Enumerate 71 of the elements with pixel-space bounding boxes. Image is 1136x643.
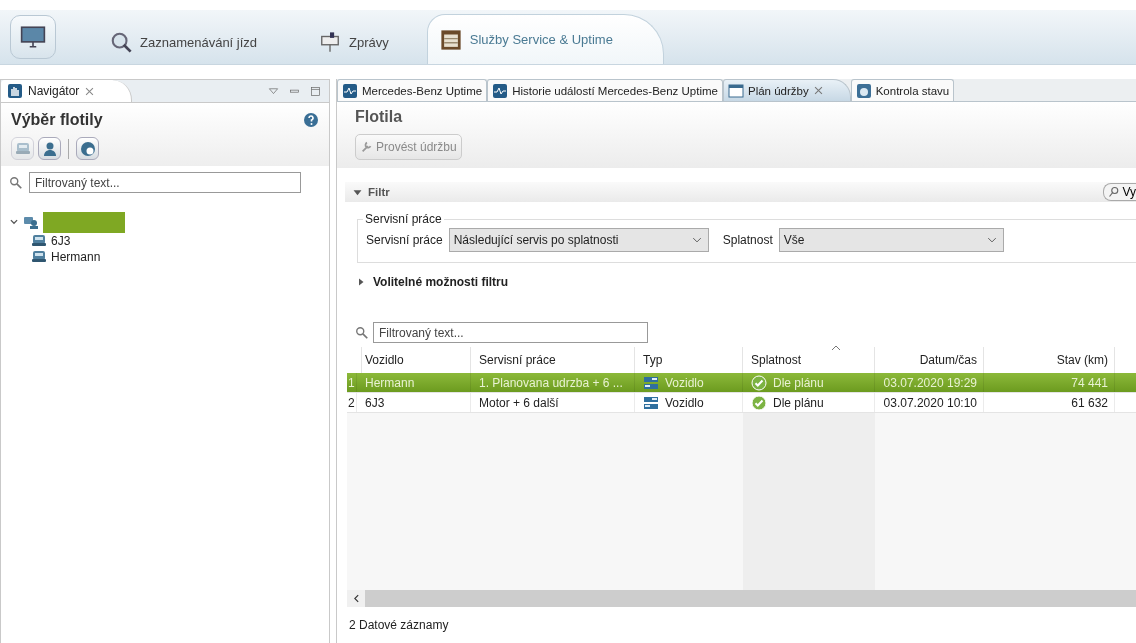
triangle-icon bbox=[353, 187, 362, 197]
app-tab[interactable]: Zaznamenávání jízd bbox=[86, 20, 282, 64]
group-icon bbox=[79, 140, 96, 157]
field-label: Splatnost bbox=[722, 233, 773, 247]
table-cell: Motor + 6 další bbox=[471, 393, 635, 412]
group-legend: Servisní práce bbox=[363, 212, 444, 226]
panel-title: Výběr flotily bbox=[11, 111, 103, 129]
chevron-icon bbox=[986, 235, 997, 245]
sort-icon bbox=[831, 345, 841, 351]
search-icon bbox=[355, 325, 369, 340]
vehicle-type-icon bbox=[643, 374, 659, 391]
check-icon bbox=[751, 394, 767, 411]
search-icon bbox=[9, 175, 23, 190]
view-menu-icon bbox=[268, 85, 279, 97]
help-icon bbox=[303, 112, 319, 128]
app-tab[interactable]: Zprávy bbox=[295, 20, 413, 64]
editor-tab[interactable]: Historie událostí Mercedes-Benz Uptime bbox=[487, 79, 723, 101]
dropdown[interactable]: Následující servis po splatnosti bbox=[448, 228, 709, 252]
person-icon bbox=[41, 140, 58, 157]
monitor-icon bbox=[20, 24, 46, 50]
tree-item[interactable]: Hermann bbox=[51, 250, 101, 264]
app-tab[interactable]: Služby Service & Uptime bbox=[426, 14, 664, 64]
editor-tab[interactable]: Mercedes-Benz Uptime bbox=[337, 79, 488, 101]
field-label: Servisní práce bbox=[366, 233, 443, 247]
toolbar-button[interactable] bbox=[76, 137, 99, 160]
table-cell: Dle plánu bbox=[743, 373, 875, 392]
optional-filters-toggle[interactable]: Volitelné možnosti filtru bbox=[357, 275, 1136, 289]
table-row[interactable]: 2 6J3 Motor + 6 další Vozidlo Dle plánu 03.07.2020 10:10 61 632 bbox=[347, 393, 1136, 413]
table-cell: Hermann bbox=[357, 373, 471, 392]
table-cell: Vozidlo bbox=[635, 393, 743, 412]
filter-field[interactable]: Filtrovaný text... bbox=[373, 322, 648, 343]
scroll-left-icon bbox=[351, 594, 361, 603]
fleet-icon bbox=[23, 214, 39, 230]
triangle-icon bbox=[357, 278, 365, 286]
chart-icon bbox=[492, 82, 509, 99]
table-cell: Dle plánu bbox=[743, 393, 875, 412]
vehicle-type-icon bbox=[643, 394, 659, 411]
maximize-icon bbox=[310, 85, 321, 97]
table-cell: Vozidlo bbox=[635, 373, 743, 392]
chart-icon bbox=[342, 82, 358, 99]
mailbox-icon bbox=[319, 31, 342, 53]
table-cell: 03.07.2020 19:29 bbox=[875, 373, 984, 392]
wrench-icon bbox=[360, 140, 374, 154]
table-cell: 61 632 bbox=[984, 393, 1115, 412]
home-button[interactable] bbox=[10, 15, 56, 59]
row-number: 1 bbox=[347, 373, 357, 392]
view-tab[interactable]: Navigátor bbox=[1, 80, 133, 102]
magnifier-icon bbox=[110, 31, 132, 53]
close-icon bbox=[84, 85, 96, 97]
filter-section-header[interactable]: Filtr bbox=[353, 186, 390, 198]
garage-icon bbox=[439, 28, 462, 51]
editor-tab[interactable]: Plán údržby bbox=[722, 79, 851, 101]
horizontal-scrollbar[interactable] bbox=[347, 590, 1136, 607]
row-number: 2 bbox=[347, 393, 357, 412]
content-title: Flotila bbox=[355, 108, 404, 126]
table-cell: 03.07.2020 10:10 bbox=[875, 393, 984, 412]
toolbar-button[interactable] bbox=[38, 137, 61, 160]
search-button[interactable]: Vy bbox=[1103, 183, 1136, 201]
search-icon bbox=[1108, 186, 1121, 198]
check-icon bbox=[751, 374, 767, 391]
tree-item[interactable]: 6J3 bbox=[51, 234, 71, 248]
chevron-icon bbox=[691, 235, 702, 245]
filter-field[interactable]: Filtrovaný text... bbox=[29, 172, 301, 193]
gauge-icon bbox=[855, 82, 872, 99]
table-cell: 1. Planovana udrzba + 6 ... bbox=[471, 373, 635, 392]
editor-tab[interactable]: Kontrola stavu bbox=[850, 79, 955, 101]
table-cell: 6J3 bbox=[357, 393, 471, 412]
table-cell: 74 441 bbox=[984, 373, 1115, 392]
dropdown[interactable]: Vše bbox=[778, 228, 1004, 252]
record-count: 2 Datové záznamy bbox=[348, 617, 450, 634]
calendar-icon bbox=[727, 82, 744, 99]
